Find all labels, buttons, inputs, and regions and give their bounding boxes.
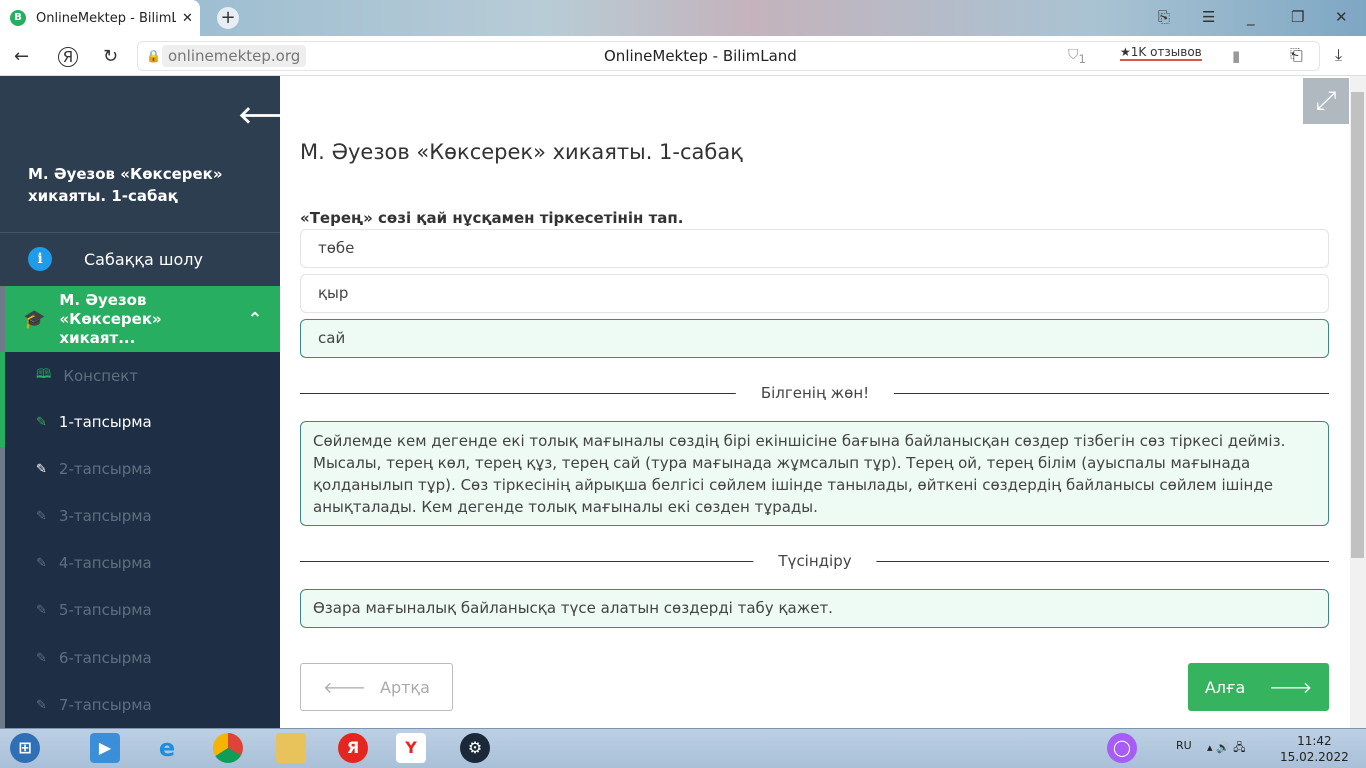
sidebar-item-label: 2-тапсырма <box>58 460 152 478</box>
next-label: Алға <box>1204 677 1246 697</box>
arrow-left-icon: 🡐 <box>323 678 366 697</box>
answer-option[interactable]: қыр <box>300 274 1329 313</box>
ie-icon[interactable]: e <box>152 733 182 763</box>
bookmark-icon[interactable]: ▮ <box>1232 47 1240 65</box>
edit-icon: ✎ <box>36 414 47 430</box>
browser-tab[interactable]: B OnlineMektep - BilimLand ✕ <box>0 0 200 36</box>
menu-icon[interactable]: ☰ <box>1202 8 1215 26</box>
date: 15.02.2022 <box>1280 750 1349 764</box>
restore-button[interactable]: ❐ <box>1291 8 1304 26</box>
page-title: М. Әуезов «Көксерек» хикаяты. 1-сабақ <box>300 140 743 164</box>
extensions-icon[interactable]: ⎗ <box>1290 45 1303 65</box>
sidebar-item-label: 4-тапсырма <box>58 554 152 572</box>
time: 11:42 <box>1297 734 1332 748</box>
language-indicator[interactable]: RU <box>1176 739 1192 752</box>
chevron-up-icon[interactable]: ⌃ <box>247 309 262 330</box>
lesson-title: М. Әуезов «Көксерек» хикаяты. 1-сабақ <box>28 165 223 205</box>
sidebar-item-1[interactable]: 🕮 Конспект <box>36 365 138 387</box>
edit-icon: ✎ <box>36 650 47 666</box>
minimize-button[interactable]: _ <box>1247 8 1255 26</box>
yandex-browser-icon[interactable]: Y <box>396 733 426 763</box>
next-button[interactable]: Алға 🡒 <box>1188 663 1329 711</box>
correct-label: Білгенің жөн! <box>735 384 895 402</box>
scrollbar-thumb[interactable] <box>1351 92 1364 558</box>
close-window-button[interactable]: ✕ <box>1335 8 1348 26</box>
yandex-taskbar-icon[interactable]: Я <box>338 733 368 763</box>
sidebar-item-label: Конспект <box>63 367 139 385</box>
section-label: М. Әуезов «Көксерек» хикаят... <box>59 290 162 347</box>
new-tab-button[interactable]: + <box>217 7 239 29</box>
url-text[interactable]: onlinemektep.org <box>162 45 307 67</box>
prev-button[interactable]: 🡐 Артқа <box>300 663 453 711</box>
chrome-icon[interactable] <box>213 733 243 763</box>
edit-icon: ✎ <box>36 508 47 524</box>
alice-icon[interactable]: ◯ <box>1107 733 1137 763</box>
info-box: Сөйлемде кем дегенде екі толық мағыналы … <box>300 421 1329 526</box>
clock[interactable]: 11:42 15.02.2022 <box>1280 733 1349 765</box>
sidebar-item-6[interactable]: ✎ 5-тапсырма <box>36 601 152 619</box>
media-player-icon[interactable]: ▶ <box>90 733 120 763</box>
explain-box: Өзара мағыналық байланысқа түсе алатын с… <box>300 589 1329 628</box>
sidebar-item-7[interactable]: ✎ 6-тапсырма <box>36 649 152 667</box>
page-title-display: OnlineMektep - BilimLand <box>604 47 797 65</box>
active-indicator <box>0 352 5 447</box>
edit-icon: ✎ <box>36 461 47 477</box>
sidebar-item-label: 3-тапсырма <box>58 507 152 525</box>
info-icon: i <box>28 247 52 271</box>
close-tab-icon[interactable]: ✕ <box>182 11 193 26</box>
sidebar-section-active[interactable]: 🎓 М. Әуезов «Көксерек» хикаят... ⌃ <box>5 286 280 352</box>
sidebar-item-3[interactable]: ✎ 2-тапсырма <box>36 460 152 478</box>
yandex-icon[interactable]: Я <box>58 47 78 67</box>
start-button[interactable]: ⊞ <box>10 733 40 763</box>
question-text: «Терең» сөзі қай нұсқамен тіркесетінін т… <box>300 209 684 227</box>
sidebar-item-5[interactable]: ✎ 4-тапсырма <box>36 554 152 572</box>
edit-icon: ✎ <box>36 697 47 713</box>
sidebar-item-label: 5-тапсырма <box>58 601 152 619</box>
shield-count: 1 <box>1078 51 1086 66</box>
lock-icon: 🔒 <box>146 49 161 63</box>
prev-label: Артқа <box>380 677 430 697</box>
tab-title: OnlineMektep - BilimLand <box>36 10 176 26</box>
reviews-button[interactable]: ★1K отзывов <box>1120 45 1202 61</box>
arrow-right-icon: 🡒 <box>1269 678 1313 697</box>
back-icon[interactable]: ← <box>14 46 29 67</box>
steam-icon[interactable]: ⚙ <box>460 733 490 763</box>
sidebar-item-label: 6-тапсырма <box>58 649 152 667</box>
edit-icon: ✎ <box>36 602 47 618</box>
fullscreen-button[interactable]: ⤢ <box>1303 78 1349 124</box>
answer-option[interactable]: төбе <box>300 229 1329 268</box>
sidebar-item-label: 1-тапсырма <box>58 413 152 431</box>
shield-icon[interactable]: ⛉1 <box>1068 47 1086 66</box>
overview-label: Сабаққа шолу <box>84 249 203 269</box>
book-icon: 🕮 <box>36 367 52 382</box>
sidebar-item-8[interactable]: ✎ 7-тапсырма <box>36 696 152 714</box>
sidebar-item-overview[interactable]: i Сабаққа шолу <box>0 233 280 285</box>
edit-icon: ✎ <box>36 555 47 571</box>
explorer-icon[interactable] <box>276 733 306 763</box>
graduation-cap-icon: 🎓 <box>23 308 46 330</box>
favicon: B <box>10 10 26 26</box>
collapse-arrow-icon[interactable]: 🡐 <box>238 100 302 129</box>
bookmarks-icon[interactable]: ⎘ <box>1158 8 1170 26</box>
sidebar-item-label: 7-тапсырма <box>58 696 152 714</box>
taskbar <box>0 728 1366 768</box>
sidebar-item-2[interactable]: ✎ 1-тапсырма <box>36 413 152 431</box>
explain-label: Түсіндіру <box>753 552 877 570</box>
download-icon[interactable]: ⤓ <box>1335 45 1342 65</box>
answer-option-selected[interactable]: сай <box>300 319 1329 358</box>
sidebar-item-4[interactable]: ✎ 3-тапсырма <box>36 507 152 525</box>
reload-icon[interactable]: ↻ <box>103 46 118 67</box>
tray-icons[interactable]: ▴ 🔊 🖧 <box>1207 739 1245 758</box>
